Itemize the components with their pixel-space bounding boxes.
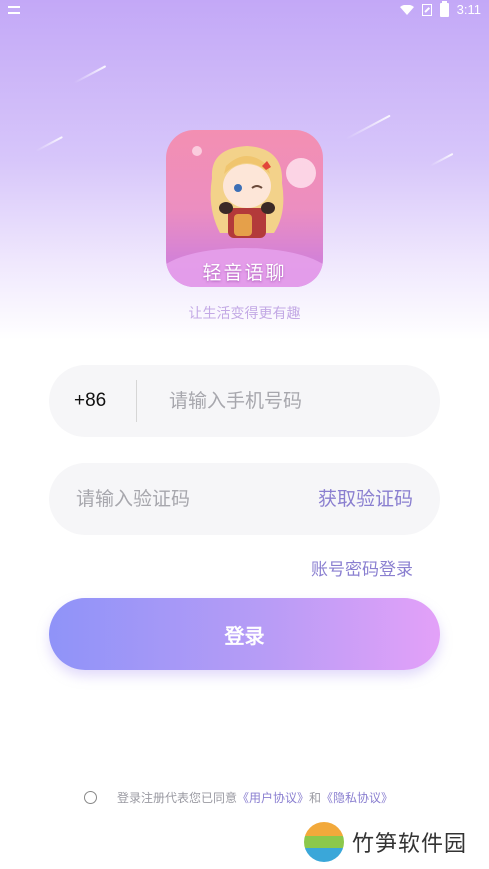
watermark-logo-icon (304, 822, 344, 862)
meteor-decoration (345, 114, 391, 140)
notification-icon (8, 6, 20, 14)
watermark: 竹笋软件园 (304, 822, 467, 862)
agreement-text: 登录注册代表您已同意 (117, 791, 238, 805)
app-slogan: 让生活变得更有趣 (188, 306, 301, 322)
agreement-and: 和 (309, 791, 322, 805)
phone-field: +86 (49, 365, 440, 437)
meteor-decoration (35, 136, 63, 152)
login-button[interactable]: 登录 (49, 598, 440, 670)
status-icons: 3:11 (399, 0, 481, 17)
status-bar: 3:11 (0, 0, 489, 22)
password-login-link[interactable]: 账号密码登录 (311, 555, 413, 580)
privacy-agreement-link[interactable]: 《隐私协议》 (321, 789, 393, 806)
divider (136, 380, 137, 422)
watermark-text: 竹笋软件园 (352, 832, 468, 857)
agree-radio[interactable] (84, 791, 97, 804)
get-code-button[interactable]: 获取验证码 (318, 463, 413, 535)
user-agreement-link[interactable]: 《用户协议》 (237, 789, 309, 806)
verification-code-field: 获取验证码 (49, 463, 440, 535)
meteor-decoration (429, 152, 454, 167)
phone-input[interactable] (169, 365, 419, 437)
app-logo: 轻音语聊 (166, 130, 323, 287)
meteor-decoration (73, 65, 107, 84)
wifi-icon (399, 4, 414, 15)
logo-title: 轻音语聊 (202, 262, 287, 284)
no-sim-icon (421, 3, 432, 16)
status-time: 3:11 (456, 2, 481, 17)
verification-code-input[interactable] (76, 463, 296, 535)
anime-girl-illustration (210, 146, 284, 238)
agreement-row: 登录注册代表您已同意 《用户协议》 和 《隐私协议》 (84, 789, 393, 806)
battery-icon (439, 0, 449, 17)
country-code[interactable]: +86 (74, 365, 106, 437)
